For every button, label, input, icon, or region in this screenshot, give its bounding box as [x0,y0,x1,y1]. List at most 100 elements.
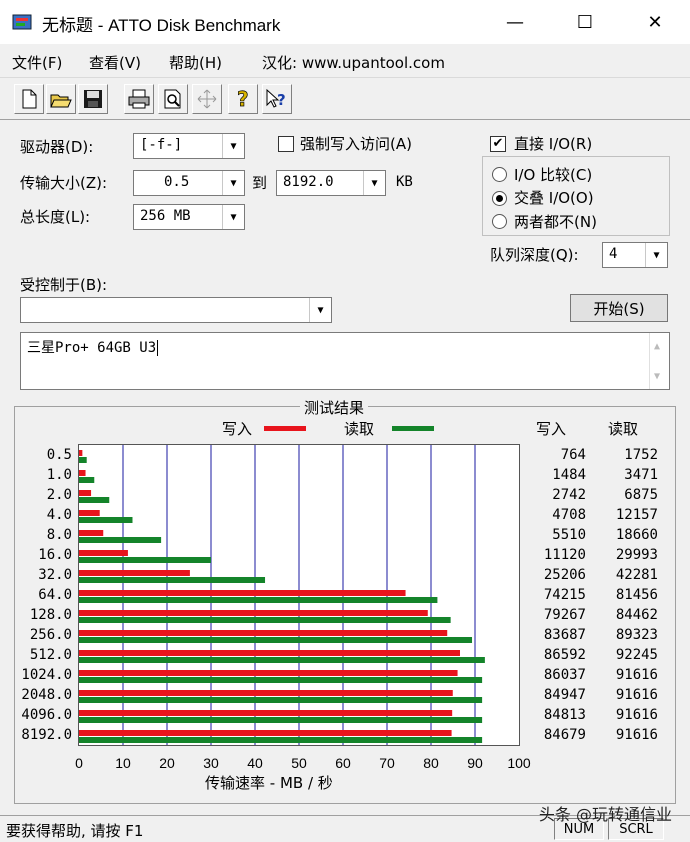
read-bar [79,537,162,543]
read-bar [79,617,451,623]
io-compare-label[interactable]: I/O 比较(C) [514,164,592,185]
direct-io-label[interactable]: 直接 I/O(R) [514,133,592,154]
chevron-down-icon[interactable]: ▼ [363,171,385,195]
drive-label: 驱动器(D): [20,138,94,156]
overlapped-io-label[interactable]: 交叠 I/O(O) [514,187,594,208]
transfer-from-select[interactable]: 0.5 ▼ [133,170,245,196]
direct-io-checkbox[interactable]: ✔ [490,136,506,152]
write-bar [79,570,190,576]
write-bar [79,590,406,596]
help-button[interactable]: ? [228,84,258,114]
minimize-button[interactable]: — [492,0,538,44]
x-axis-label: 传输速率 - MB / 秒 [205,774,333,792]
read-bar [79,497,110,503]
scroll-down-icon[interactable]: ▼ [654,371,660,382]
read-bar [79,577,266,583]
write-value: 1484 [552,467,586,483]
chevron-down-icon[interactable]: ▼ [222,134,244,158]
transfer-unit: KB [396,174,413,190]
read-value: 6875 [624,487,658,503]
write-bar [79,610,428,616]
y-tick-label: 1024.0 [21,667,72,683]
chevron-down-icon[interactable]: ▼ [645,243,667,267]
queue-depth-label: 队列深度(Q): [490,246,579,264]
neither-label[interactable]: 两者都不(N) [514,211,597,232]
total-length-select[interactable]: 256 MB ▼ [133,204,245,230]
read-value: 91616 [615,667,658,683]
y-tick-label: 1.0 [46,467,72,483]
y-tick-label: 0.5 [46,447,72,463]
open-button[interactable] [46,84,76,114]
maximize-icon: ☐ [576,11,594,33]
read-value: 92245 [615,647,658,663]
write-value: 83687 [543,627,586,643]
write-value: 74215 [543,587,586,603]
save-button[interactable] [78,84,108,114]
overlapped-io-radio[interactable] [492,191,507,206]
maximize-button[interactable]: ☐ [562,0,608,44]
queue-depth-select[interactable]: 4 ▼ [602,242,668,268]
chevron-down-icon[interactable]: ▼ [309,298,331,322]
write-bar [79,670,458,676]
force-write-checkbox[interactable] [278,136,294,152]
read-value: 42281 [615,567,658,583]
x-tick-label: 60 [335,755,351,771]
read-bar [79,477,95,483]
move-icon [197,89,217,109]
chevron-down-icon[interactable]: ▼ [222,205,244,229]
move-button[interactable] [192,84,222,114]
write-bar [79,690,453,696]
y-tick-label: 128.0 [29,607,72,623]
force-write-label[interactable]: 强制写入访问(A) [300,133,412,154]
write-value: 11120 [543,547,586,563]
write-value: 25206 [543,567,586,583]
x-tick-label: 40 [247,755,263,771]
write-value: 4708 [552,507,586,523]
transfer-to-select[interactable]: 8192.0 ▼ [276,170,386,196]
chevron-down-icon[interactable]: ▼ [222,171,244,195]
column-write-header: 写入 [536,420,567,438]
minimize-icon: — [506,11,524,33]
read-value: 1752 [624,447,658,463]
chart-svg [79,445,485,745]
svg-text:?: ? [277,91,286,109]
write-bar [79,650,461,656]
drive-select[interactable]: [-f-] ▼ [133,133,245,159]
io-compare-radio[interactable] [492,167,507,182]
scroll-up-icon[interactable]: ▲ [654,341,660,352]
read-value: 29993 [615,547,658,563]
description-textarea[interactable]: 三星Pro+ 64GB U3 ▲ ▼ [20,332,670,390]
print-button[interactable] [124,84,154,114]
drive-value: [-f-] [140,137,183,153]
neither-radio[interactable] [492,214,507,229]
print-preview-button[interactable] [158,84,188,114]
controlled-by-select[interactable]: ▼ [20,297,332,323]
write-value: 79267 [543,607,586,623]
transfer-to-label: 到 [252,174,268,192]
read-value: 12157 [615,507,658,523]
x-tick-label: 80 [423,755,439,771]
window-title: 无标题 - ATTO Disk Benchmark [42,16,281,35]
app-icon [12,14,32,30]
x-tick-label: 70 [379,755,395,771]
x-tick-label: 100 [507,755,531,771]
read-bar [79,597,438,603]
description-scrollbar[interactable]: ▲ ▼ [649,333,669,389]
read-bar [79,637,473,643]
print-preview-icon [164,89,181,109]
start-button[interactable]: 开始(S) [570,294,668,322]
context-help-button[interactable]: ? [262,84,292,114]
write-bar [79,630,448,636]
total-length-value: 256 MB [140,208,191,224]
menu-help[interactable]: 帮助(H) [169,52,222,73]
new-button[interactable] [14,84,44,114]
chart-plot-area [78,444,520,746]
menu-localization[interactable]: 汉化: www.upantool.com [262,52,445,73]
read-value: 91616 [615,727,658,743]
x-tick-label: 10 [115,755,131,771]
y-tick-label: 32.0 [38,567,72,583]
menu-view[interactable]: 查看(V) [89,52,141,73]
close-button[interactable]: ✕ [632,0,678,44]
x-tick-label: 20 [159,755,175,771]
menu-file[interactable]: 文件(F) [12,52,62,73]
